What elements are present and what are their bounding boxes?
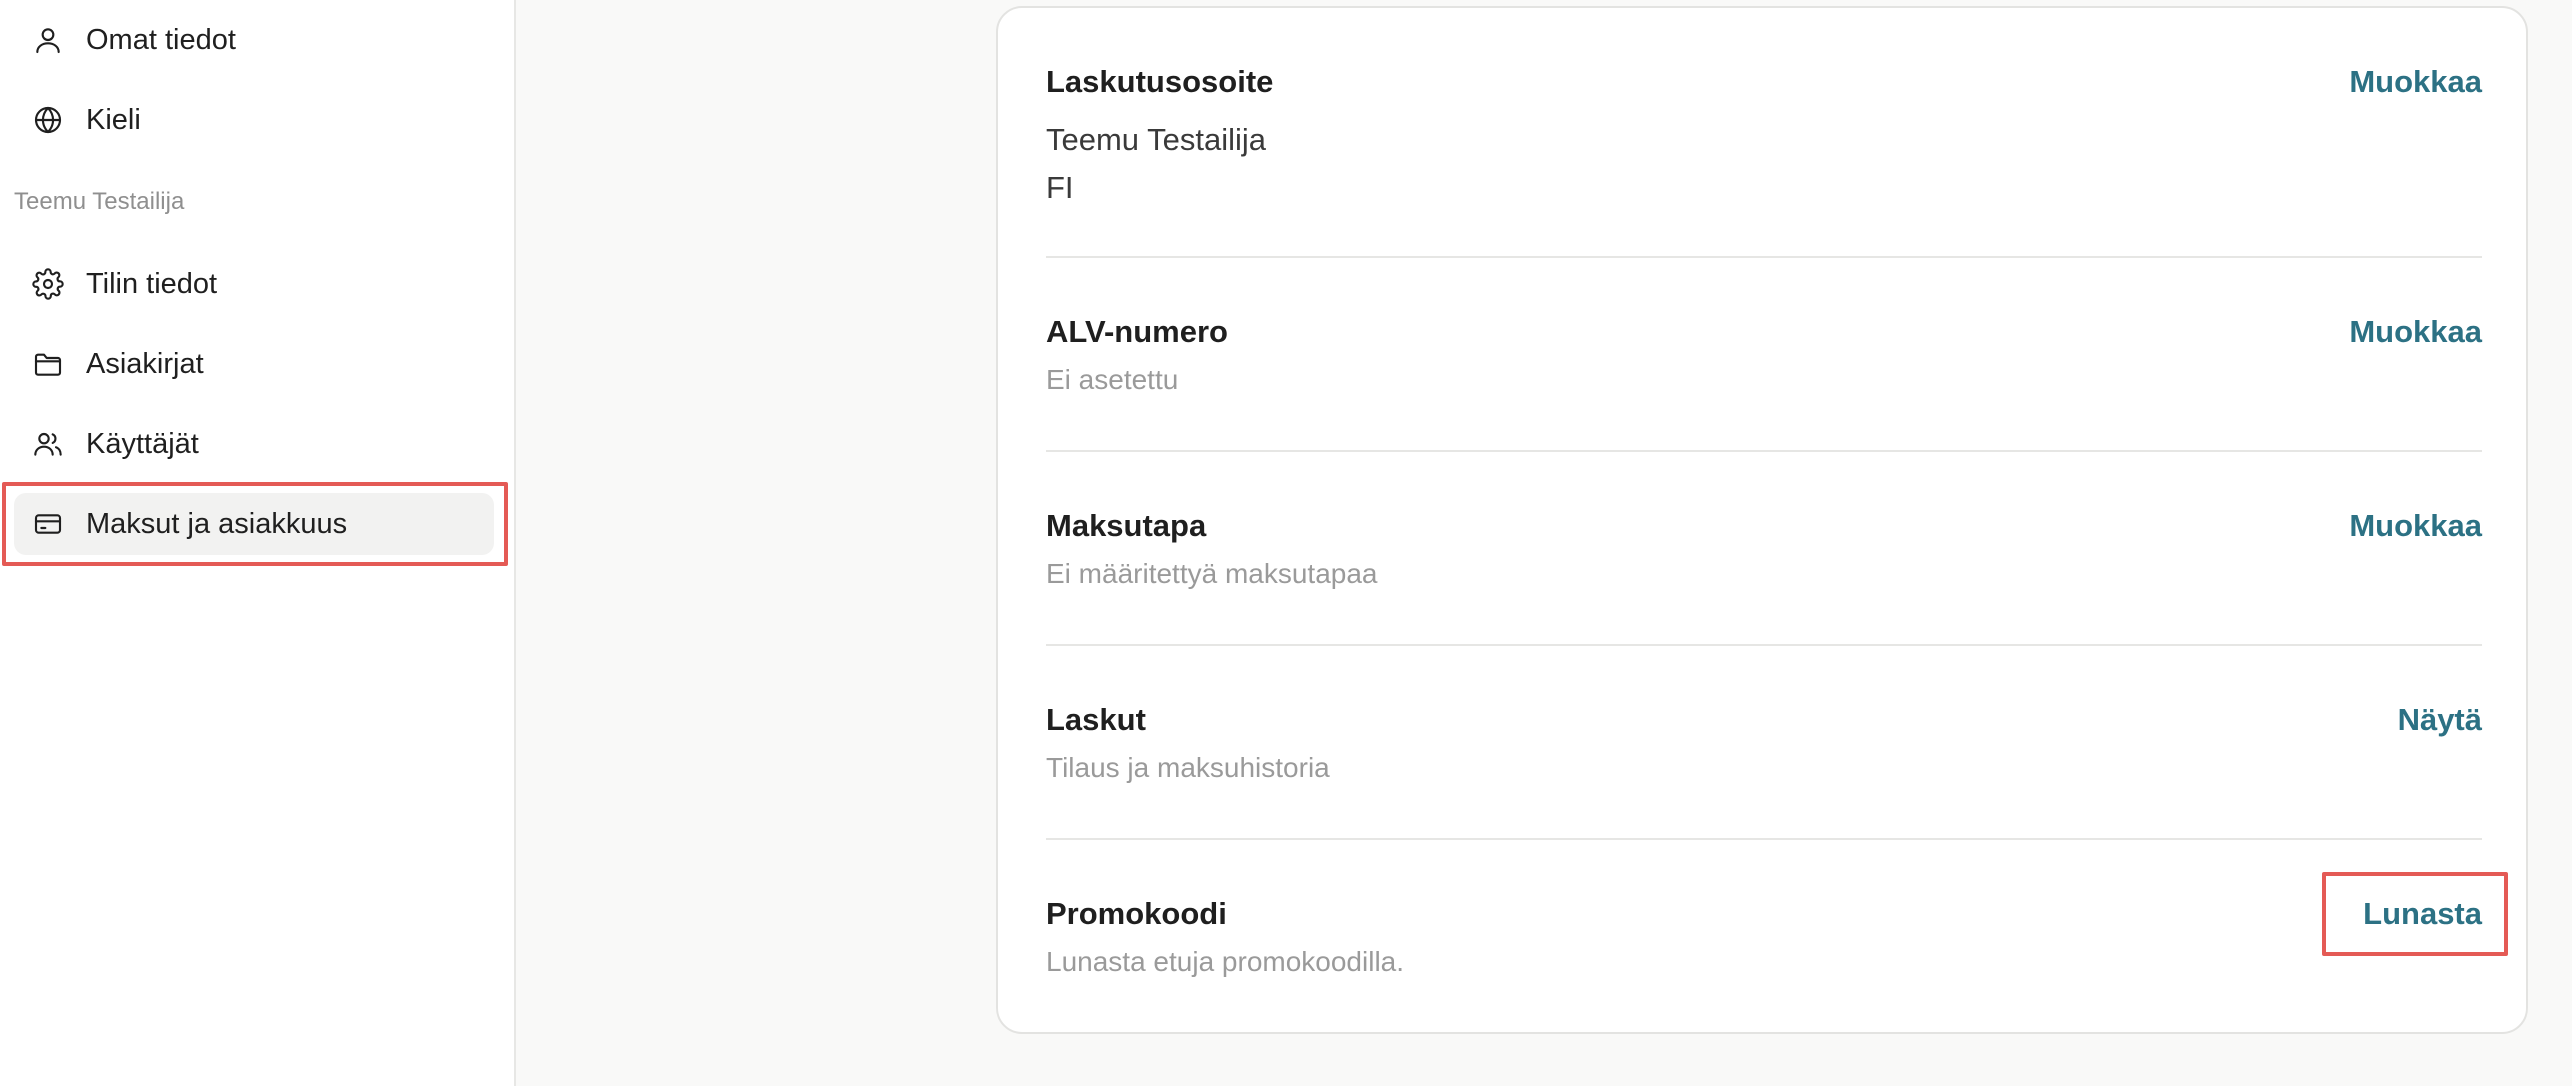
folder-icon	[30, 346, 66, 382]
redeem-promo-button[interactable]: Lunasta	[2363, 896, 2482, 932]
globe-icon	[30, 102, 66, 138]
vat-section: ALV-numero Ei asetettu Muokkaa	[1046, 314, 2482, 396]
sidebar-item-kayttajat[interactable]: Käyttäjät	[14, 413, 494, 475]
sidebar-item-tilin-tiedot[interactable]: Tilin tiedot	[14, 253, 494, 315]
sidebar-item-omat-tiedot[interactable]: Omat tiedot	[14, 9, 494, 71]
users-icon	[30, 426, 66, 462]
show-invoices-button[interactable]: Näytä	[2398, 702, 2482, 738]
invoices-title: Laskut	[1046, 702, 1146, 737]
payment-method-status: Ei määritettyä maksutapaa	[1046, 558, 1378, 589]
app-root: Omat tiedot Kieli Teemu Testailija Tilin…	[0, 0, 2572, 1086]
payment-method-section: Maksutapa Ei määritettyä maksutapaa Muok…	[1046, 508, 2482, 590]
sidebar: Omat tiedot Kieli Teemu Testailija Tilin…	[0, 0, 516, 1086]
edit-payment-method-button[interactable]: Muokkaa	[2349, 508, 2482, 544]
invoices-description: Tilaus ja maksuhistoria	[1046, 752, 1330, 783]
credit-card-icon	[30, 506, 66, 542]
payment-method-title: Maksutapa	[1046, 508, 1207, 543]
divider	[1046, 256, 2482, 258]
invoices-section: Laskut Tilaus ja maksuhistoria Näytä	[1046, 702, 2482, 784]
billing-card: Laskutusosoite Teemu Testailija FI Muokk…	[996, 6, 2528, 1034]
divider	[1046, 450, 2482, 452]
sidebar-item-label: Asiakirjat	[86, 347, 204, 380]
sidebar-item-maksut-ja-asiakkuus[interactable]: Maksut ja asiakkuus	[14, 493, 494, 555]
billing-address-country: FI	[1046, 170, 1074, 205]
sidebar-section-heading: Teemu Testailija	[14, 188, 185, 215]
edit-vat-button[interactable]: Muokkaa	[2349, 314, 2482, 350]
promo-code-description: Lunasta etuja promokoodilla.	[1046, 946, 1405, 977]
sidebar-item-label: Kieli	[86, 103, 141, 136]
divider	[1046, 838, 2482, 840]
vat-status: Ei asetettu	[1046, 364, 1179, 395]
sidebar-item-label: Maksut ja asiakkuus	[86, 507, 348, 540]
sidebar-item-label: Tilin tiedot	[86, 267, 218, 300]
vat-title: ALV-numero	[1046, 314, 1228, 349]
billing-address-title: Laskutusosoite	[1046, 64, 1274, 99]
sidebar-item-label: Omat tiedot	[86, 23, 236, 56]
sidebar-item-label: Käyttäjät	[86, 427, 199, 460]
sidebar-item-asiakirjat[interactable]: Asiakirjat	[14, 333, 494, 395]
billing-address-name: Teemu Testailija	[1046, 122, 1266, 157]
promo-code-section: Promokoodi Lunasta etuja promokoodilla. …	[1046, 896, 2482, 978]
promo-code-title: Promokoodi	[1046, 896, 1227, 931]
divider	[1046, 644, 2482, 646]
sidebar-item-kieli[interactable]: Kieli	[14, 89, 494, 151]
gear-icon	[30, 266, 66, 302]
edit-billing-address-button[interactable]: Muokkaa	[2349, 64, 2482, 100]
user-icon	[30, 22, 66, 58]
billing-address-section: Laskutusosoite Teemu Testailija FI Muokk…	[1046, 64, 2482, 212]
